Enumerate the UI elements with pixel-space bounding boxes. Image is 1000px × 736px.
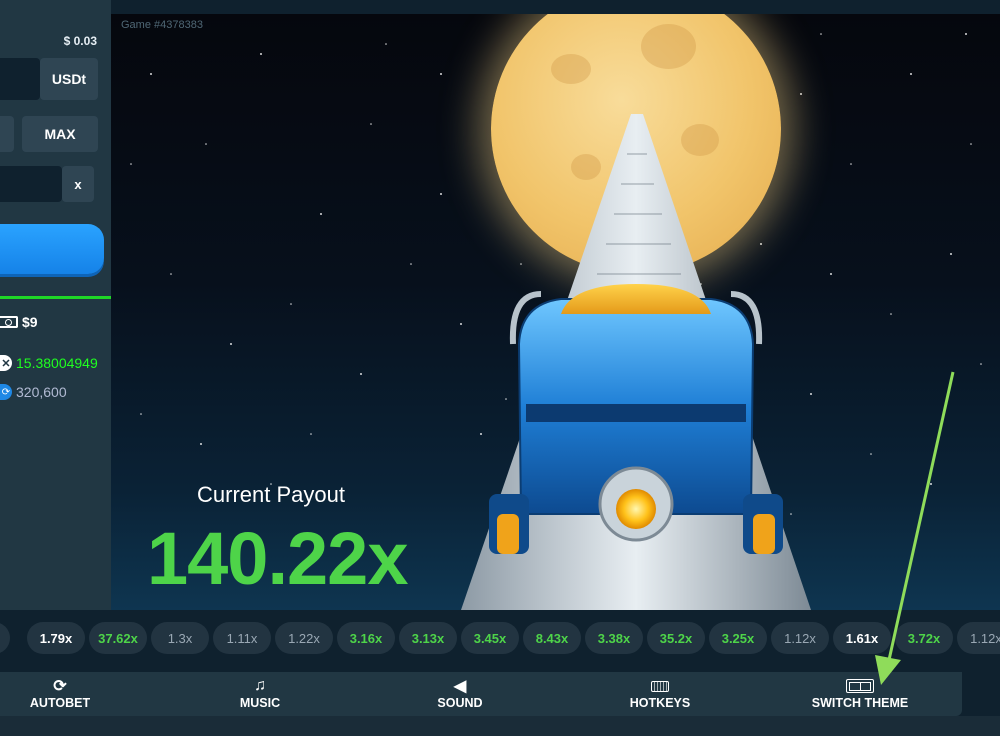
current-payout-value: 140.22x — [147, 517, 408, 600]
history-pill: 3.13x — [399, 622, 457, 654]
keyboard-icon — [651, 680, 669, 692]
autobet-refresh-icon: ⟳ — [53, 678, 67, 695]
history-pill: 1.12x — [771, 622, 829, 654]
current-payout-label: Current Payout — [197, 482, 345, 507]
target-multiplier-input[interactable] — [0, 166, 62, 202]
coaster-cart — [489, 284, 783, 554]
switch-theme-icon — [846, 679, 874, 693]
switch-theme-label: SWITCH THEME — [811, 696, 909, 710]
players-divider — [0, 296, 111, 299]
history-pill: 35.2x — [647, 622, 705, 654]
bottom-strip — [0, 716, 1000, 736]
switch-theme-button[interactable]: SWITCH THEME — [805, 672, 915, 716]
history-pill: 1.22x — [275, 622, 333, 654]
currency-selector[interactable]: USDt — [40, 58, 98, 100]
history-pill: 37.62x — [89, 622, 147, 654]
coin-stat-row: ⟳ 320,600 — [0, 382, 67, 402]
music-button[interactable]: ♫ MUSIC — [225, 672, 295, 716]
multiplier-history: x 1.79x 37.62x 1.3x 1.11x 1.22x 3.16x 3.… — [0, 622, 1000, 654]
switch-theme-icon-wrap — [846, 678, 874, 694]
speaker-icon: ◀ — [453, 678, 467, 695]
coin-icon: ⟳ — [0, 384, 12, 400]
history-pill: 1.12x — [957, 622, 1000, 654]
history-pill: 3.38x — [585, 622, 643, 654]
cash-icon — [0, 316, 18, 328]
target-multiplier-row: x — [0, 166, 94, 202]
total-profit-value: $9 — [22, 314, 38, 330]
sound-label: SOUND — [437, 696, 483, 710]
target-multiplier-suffix: x — [62, 166, 94, 202]
max-bet-button[interactable]: MAX — [22, 116, 98, 152]
bet-sidebar: $ 0.03 USDt MAX x $9 ✕ 15.38004949 ⟳ 320… — [0, 0, 111, 610]
autobet-button[interactable]: ⟳ AUTOBET — [20, 672, 100, 716]
total-profit-row: $9 — [0, 312, 111, 332]
multiplier-stat-row: ✕ 15.38004949 — [0, 353, 98, 373]
history-pill: 3.25x — [709, 622, 767, 654]
bet-modifier-row: MAX — [0, 116, 98, 152]
history-pill: 1.11x — [213, 622, 271, 654]
bet-button[interactable] — [0, 224, 104, 274]
history-pill: 1.61x — [833, 622, 891, 654]
history-pill: x — [0, 622, 10, 654]
bet-amount-usd: $ 0.03 — [63, 34, 97, 48]
autobet-label: AUTOBET — [29, 696, 91, 710]
game-id-label: Game #4378383 — [121, 19, 203, 31]
game-footer-bar: ⟳ AUTOBET ♫ MUSIC ◀ SOUND HOTKEYS SWITCH… — [0, 672, 962, 716]
hotkeys-button[interactable]: HOTKEYS — [620, 672, 700, 716]
bet-amount-input[interactable] — [0, 58, 40, 100]
multiplier-stat-value: 15.38004949 — [16, 355, 98, 371]
half-bet-button[interactable] — [0, 116, 14, 152]
coin-stat-value: 320,600 — [16, 384, 67, 400]
history-pill: 1.79x — [27, 622, 85, 654]
history-pill: 3.45x — [461, 622, 519, 654]
sound-button[interactable]: ◀ SOUND — [425, 672, 495, 716]
history-pill: 8.43x — [523, 622, 581, 654]
bet-amount-row: USDt — [0, 58, 98, 100]
history-pill: 3.72x — [895, 622, 953, 654]
hotkeys-label: HOTKEYS — [629, 696, 691, 710]
multiplier-x-icon: ✕ — [0, 355, 12, 371]
music-label: MUSIC — [239, 696, 281, 710]
app-root: $ 0.03 USDt MAX x $9 ✕ 15.38004949 ⟳ 320… — [0, 0, 1000, 736]
keyboard-icon-wrap — [651, 678, 669, 694]
game-canvas: Game #4378383 Current Payout 140.22x — [111, 14, 1000, 610]
music-note-icon: ♫ — [254, 677, 266, 694]
history-pill: 1.3x — [151, 622, 209, 654]
history-pill: 3.16x — [337, 622, 395, 654]
